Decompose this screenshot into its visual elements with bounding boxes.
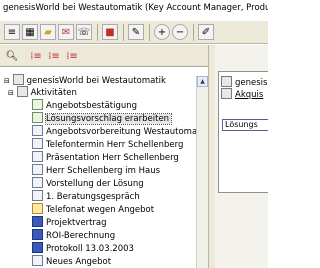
tree-item-label: Angebotsbestätigung (46, 101, 138, 111)
mail-icon[interactable]: ✉ (58, 24, 74, 40)
group-icon[interactable]: ⁞≡ (64, 48, 80, 64)
doc-icon (32, 177, 43, 188)
doc-icon (32, 255, 43, 266)
list-icon[interactable]: ≡ (4, 24, 20, 40)
phone-icon[interactable]: ☏ (76, 24, 92, 40)
toolbar-separator (193, 24, 194, 41)
tree-toolbar: 🔍︎ ⁞≡ ⁞≡ ⁞≡ (0, 45, 208, 67)
tree-item[interactable]: Präsentation Herr Schellenberg (32, 151, 179, 164)
word-doc-icon (32, 242, 43, 253)
doc-icon (32, 164, 43, 175)
minus-icon[interactable]: − (172, 24, 188, 40)
toolbar-separator (123, 24, 124, 41)
filter-icon[interactable]: ⁞≡ (28, 48, 44, 64)
grid-icon[interactable]: ▦ (22, 24, 38, 40)
tree-item-label: ROI-Berechnung (46, 231, 116, 241)
tree-item-label: Vorstellung der Lösung (46, 179, 144, 189)
collapse-icon[interactable]: ⊟ (8, 89, 14, 97)
tree-item[interactable]: Protokoll 13.03.2003 (32, 242, 134, 255)
check-icon (32, 99, 43, 110)
database-icon (12, 74, 24, 85)
word-doc-icon (32, 229, 43, 240)
tree-item[interactable]: Projektvertrag (32, 216, 107, 229)
tree-item[interactable]: Herr Schellenberg im Haus (32, 164, 160, 177)
search-icon[interactable]: 🔍︎ (4, 48, 20, 64)
tree-group[interactable]: ⊟ Aktivitäten (8, 86, 77, 99)
tree-item[interactable]: ROI-Berechnung (32, 229, 115, 242)
doc-icon (32, 190, 43, 201)
database-icon (221, 76, 232, 87)
check-icon (32, 112, 43, 123)
word-doc-icon (32, 216, 43, 227)
tree-item-label: Telefontermin Herr Schellenberg (46, 140, 184, 150)
activity-tree: ⊟ genesisWorld bei Westautomatik ⊟ Aktiv… (0, 72, 196, 268)
tree-item[interactable]: Neues Angebot (32, 255, 111, 268)
detail-row-label: genesis (235, 78, 268, 88)
note-icon[interactable]: ✐ (198, 24, 214, 40)
collapse-icon[interactable]: ⊟ (4, 77, 10, 85)
detail-row[interactable]: Akquis (221, 88, 263, 100)
tree-item-selected[interactable]: Lösungsvorschlag erarbeiten (32, 112, 173, 125)
detail-row[interactable]: genesis (221, 76, 267, 88)
doc-icon (32, 125, 43, 136)
toolbar-separator (149, 24, 150, 41)
phone-doc-icon (32, 203, 43, 214)
tree-item-label: Lösungsvorschlag erarbeiten (44, 113, 173, 125)
tree-item-label: Telefonat wegen Angebot (46, 205, 155, 215)
tree-item-label: Neues Angebot (46, 257, 112, 267)
tree-item-label: Protokoll 13.03.2003 (46, 244, 134, 254)
tree-item[interactable]: Telefontermin Herr Schellenberg (32, 138, 183, 151)
sort-icon[interactable]: ⁞≡ (46, 48, 62, 64)
doc-icon (32, 151, 43, 162)
red-book-icon[interactable]: ■ (102, 24, 118, 40)
folder-icon (16, 86, 28, 97)
tree-item[interactable]: Vorstellung der Lösung (32, 177, 144, 190)
tree-item-label: Angebotsvorbereitung Westautomatik (46, 127, 196, 137)
tree-group-label: Aktivitäten (30, 88, 77, 98)
folder-icon (221, 88, 232, 99)
scroll-up-icon[interactable]: ▲ (197, 76, 208, 87)
tree-item-label: Projektvertrag (46, 218, 107, 228)
folder-open-icon[interactable]: ▰ (40, 24, 56, 40)
tree-item-label: Herr Schellenberg im Haus (46, 166, 161, 176)
detail-tab[interactable]: Lösungs (222, 119, 268, 131)
tree-item[interactable]: Angebotsbestätigung (32, 99, 137, 112)
pane-splitter[interactable] (208, 45, 215, 268)
edit-icon[interactable]: ✎ (128, 24, 144, 40)
plus-icon[interactable]: + (154, 24, 170, 40)
detail-row-label: Akquis (235, 90, 264, 100)
toolbar: ≡ ▦ ▰ ✉ ☏ ■ ✎ + − ✐ (0, 20, 268, 44)
tree-item[interactable]: Telefonat wegen Angebot (32, 203, 154, 216)
tree-item[interactable]: 1. Beratungsgespräch (32, 190, 140, 203)
tree-item[interactable]: Angebotsvorbereitung Westautomatik (32, 125, 196, 138)
right-pane: genesis Akquis Lösungs (215, 45, 268, 268)
tree-item-label: 1. Beratungsgespräch (46, 192, 140, 202)
doc-icon (32, 138, 43, 149)
window-title: genesisWorld bei Westautomatik (Key Acco… (0, 0, 268, 18)
tree-item-label: Präsentation Herr Schellenberg (46, 153, 179, 163)
toolbar-separator (97, 24, 98, 41)
tree-root-label: genesisWorld bei Westautomatik (26, 76, 166, 86)
